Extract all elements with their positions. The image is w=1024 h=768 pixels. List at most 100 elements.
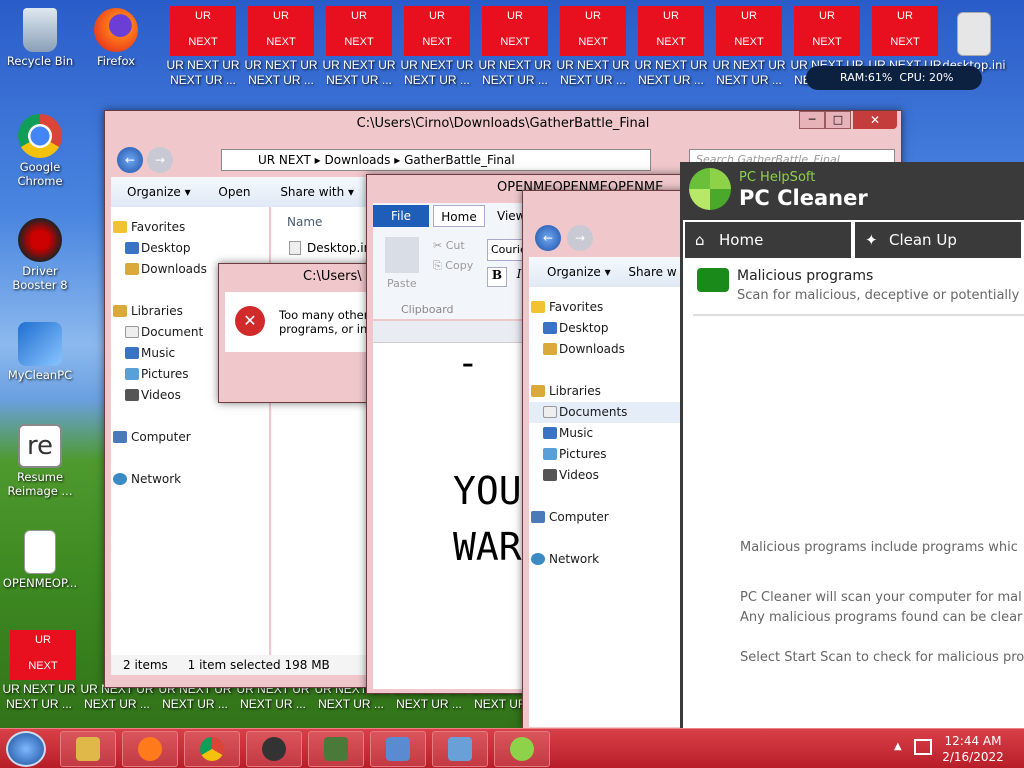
explorer-window-2[interactable]: ← → Organize ▾ Share w Favorites Desktop… [522, 190, 688, 730]
breadcrumb-3[interactable]: GatherBattle_Final [404, 153, 515, 167]
nav-videos[interactable]: Videos [529, 465, 685, 486]
back-forward-buttons[interactable]: ← → [117, 147, 173, 173]
forward-arrow-icon[interactable]: → [147, 147, 173, 173]
desktop-ini-desktop-icon[interactable]: desktop.ini [936, 12, 1012, 72]
breadcrumb-2[interactable]: Downloads [325, 153, 391, 167]
taskbar-reader[interactable] [308, 731, 364, 767]
nav-music[interactable]: Music [529, 423, 685, 444]
tab-cleanup[interactable]: ✦ Clean Up [855, 222, 1021, 258]
chrome-desktop-icon[interactable]: Google Chrome [2, 114, 78, 188]
doc-line-1: YOU [453, 469, 522, 513]
recycle-bin-desktop-icon[interactable]: Recycle Bin [2, 8, 78, 68]
show-hidden-icons-icon[interactable]: ▲ [894, 741, 902, 752]
minimize-button[interactable]: ─ [799, 111, 825, 129]
paste-icon[interactable] [385, 237, 419, 273]
ur-next-label: UR NEXT URNEXT UR ... [244, 58, 318, 87]
nav-network[interactable]: Network [111, 469, 269, 490]
nav-documents[interactable]: Documents [529, 402, 685, 423]
reimage-desktop-icon[interactable]: re Resume Reimage ... [2, 424, 78, 498]
taskbar-pc-cleaner[interactable] [494, 731, 550, 767]
reimage-icon: re [18, 424, 62, 468]
ur-next-icon[interactable]: UR NEXT [716, 6, 782, 56]
resource-monitor-gadget[interactable]: RAM:61% CPU: 20% [806, 66, 982, 90]
tab-home[interactable]: Home [433, 205, 485, 227]
error-dialog[interactable]: C:\Users\ ✕ Too many other programs, or i… [218, 263, 378, 403]
taskbar-chrome[interactable] [184, 731, 240, 767]
firefox-icon [94, 8, 138, 52]
organize-button[interactable]: Organize [547, 265, 601, 279]
command-bar-2: Organize ▾ Share w [529, 257, 685, 287]
tab-file[interactable]: File [373, 205, 429, 227]
taskbar-firefox[interactable] [122, 731, 178, 767]
taskbar-wordpad[interactable] [370, 731, 426, 767]
close-button[interactable]: ✕ [853, 111, 897, 129]
clock-time: 12:44 AM [944, 734, 1002, 748]
openme-label: OPENMEOP... [2, 576, 78, 590]
settings-file-icon [957, 12, 991, 56]
network-icon [531, 553, 545, 565]
file-item[interactable]: Desktop.ini [271, 237, 375, 259]
address-bar[interactable]: UR NEXT ▸ Downloads ▸ GatherBattle_Final [221, 149, 651, 171]
open-button[interactable]: Open [218, 185, 250, 199]
back-arrow-icon[interactable]: ← [535, 225, 561, 251]
ram-readout: RAM:61% [840, 71, 893, 84]
nav-desktop[interactable]: Desktop [111, 238, 269, 259]
share-with-button[interactable]: Share with [280, 185, 344, 199]
driver-booster-desktop-icon[interactable]: Driver Booster 8 [2, 218, 78, 292]
ur-next-icon[interactable]: UR NEXT [170, 6, 236, 56]
nav-desktop[interactable]: Desktop [529, 318, 685, 339]
forward-arrow-icon[interactable]: → [567, 225, 593, 251]
pc-cleaner-header: PC HelpSoft PC Cleaner [683, 162, 1024, 220]
ur-next-icon[interactable]: UR NEXT [482, 6, 548, 56]
ur-next-icon[interactable]: UR NEXT [794, 6, 860, 56]
bold-button[interactable]: B [487, 267, 507, 287]
breadcrumb-1[interactable]: UR NEXT [258, 153, 311, 167]
ur-next-icon[interactable]: UR NEXT [404, 6, 470, 56]
ur-next-icon[interactable]: UR NEXT [10, 630, 76, 680]
mycleanpc-desktop-icon[interactable]: MyCleanPC [2, 322, 78, 382]
music-icon [125, 347, 139, 359]
firefox-desktop-icon[interactable]: Firefox [78, 8, 154, 68]
maximize-button[interactable]: □ [825, 111, 851, 129]
nav-favorites[interactable]: Favorites [111, 217, 269, 238]
pc-cleaner-icon [510, 737, 534, 761]
nav-favorites[interactable]: Favorites [529, 297, 685, 318]
cut-button[interactable]: ✂ Cut [433, 239, 465, 252]
nav-libraries[interactable]: Libraries [529, 381, 685, 402]
back-arrow-icon[interactable]: ← [117, 147, 143, 173]
column-header-name[interactable]: Name [271, 207, 371, 237]
description-p1: Malicious programs include programs whic [740, 540, 1018, 555]
tab-home[interactable]: ⌂ Home [685, 222, 851, 258]
taskbar-driver-booster[interactable] [246, 731, 302, 767]
nav-network[interactable]: Network [529, 549, 685, 570]
description-p2b: Any malicious programs found can be clea… [740, 610, 1023, 625]
ur-next-icon[interactable]: UR NEXT [560, 6, 626, 56]
pc-cleaner-window[interactable]: PC HelpSoft PC Cleaner ⌂ Home ✦ Clean Up M… [680, 162, 1024, 728]
ur-next-icon[interactable]: UR NEXT [326, 6, 392, 56]
organize-button[interactable]: Organize [127, 185, 181, 199]
document-icon [24, 530, 56, 574]
taskbar-explorer[interactable] [60, 731, 116, 767]
cpu-readout: CPU: 20% [899, 71, 954, 84]
clock[interactable]: 12:44 AM 2/16/2022 [940, 733, 1006, 765]
copy-button[interactable]: ⎘ Copy [433, 259, 473, 273]
control-panel-icon [448, 737, 472, 761]
nav-computer[interactable]: Computer [111, 427, 269, 448]
share-with-button[interactable]: Share w [628, 265, 676, 279]
ur-next-icon[interactable]: UR NEXT [638, 6, 704, 56]
network-tray-icon[interactable] [914, 739, 932, 755]
divider [693, 314, 1024, 316]
ur-next-label: UR NEXT URNEXT UR ... [2, 682, 76, 711]
taskbar-control-panel[interactable] [432, 731, 488, 767]
ur-next-icon[interactable]: UR NEXT [248, 6, 314, 56]
explorer-title: C:\Users\Cirno\Downloads\GatherBattle_Fi… [356, 116, 650, 131]
nav-downloads[interactable]: Downloads [529, 339, 685, 360]
openme-desktop-icon[interactable]: OPENMEOP... [2, 530, 78, 590]
start-button-icon[interactable] [6, 731, 46, 767]
ur-next-icon[interactable]: UR NEXT [872, 6, 938, 56]
star-icon [113, 221, 127, 233]
nav-computer[interactable]: Computer [529, 507, 685, 528]
font-select[interactable]: Courie [487, 239, 527, 261]
pc-cleaner-logo-icon [689, 168, 731, 210]
nav-pictures[interactable]: Pictures [529, 444, 685, 465]
